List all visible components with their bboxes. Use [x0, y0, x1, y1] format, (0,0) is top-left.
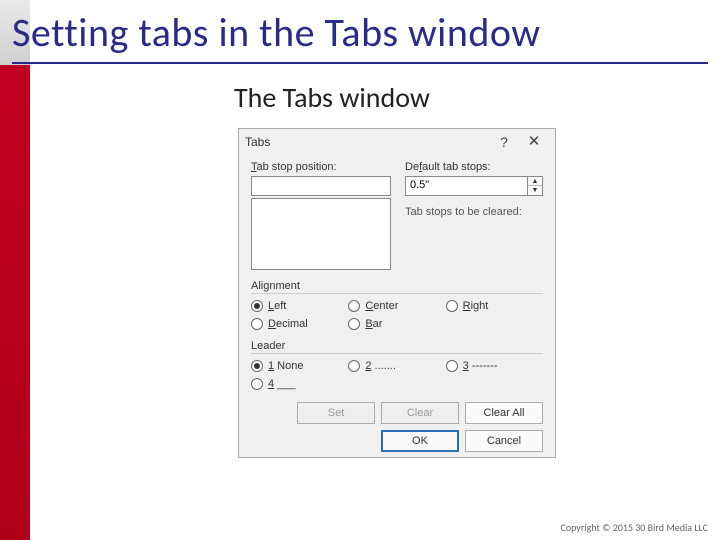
alignment-bar-radio[interactable]: Bar [348, 318, 445, 330]
slide-subtitle: The Tabs window [234, 80, 430, 115]
spinner-buttons[interactable]: ▲ ▼ [528, 176, 543, 196]
close-button[interactable]: ✕ [519, 129, 549, 155]
alignment-center-radio[interactable]: Center [348, 300, 445, 312]
leader-dots-radio[interactable]: 2 ....... [348, 360, 445, 372]
leader-divider [251, 353, 543, 354]
tabs-dialog: Tabs ? ✕ Tab stop position: Default tab … [238, 128, 556, 458]
clear-hint: Tab stops to be cleared: [405, 206, 543, 218]
alignment-left-radio[interactable]: Left [251, 300, 348, 312]
alignment-decimal-radio[interactable]: Decimal [251, 318, 348, 330]
copyright-text: Copyright © 2015 30 Bird Media LLC [561, 521, 709, 534]
tab-stop-listbox[interactable] [251, 198, 391, 270]
alignment-divider [251, 293, 543, 294]
alignment-right-radio[interactable]: Right [446, 300, 543, 312]
tab-action-row: Set Clear Clear All [251, 402, 543, 424]
default-tab-stops-spinner[interactable]: 0.5" ▲ ▼ [405, 176, 543, 196]
leader-section-label: Leader [251, 340, 543, 352]
slide-title: Setting tabs in the Tabs window [12, 8, 708, 57]
spin-down-icon[interactable]: ▼ [528, 186, 542, 195]
leader-group: 1 None 2 ....... 3 ------- 4 ___ [251, 360, 543, 390]
clear-all-button[interactable]: Clear All [465, 402, 543, 424]
alignment-section-label: Alignment [251, 280, 543, 292]
title-rule [12, 62, 708, 64]
side-accent [0, 0, 30, 540]
dialog-action-row: OK Cancel [251, 430, 543, 452]
tab-stop-position-input[interactable] [251, 176, 391, 196]
ok-button[interactable]: OK [381, 430, 459, 452]
default-tab-stops-label: Default tab stops: [405, 161, 543, 173]
spin-up-icon[interactable]: ▲ [528, 177, 542, 186]
clear-button[interactable]: Clear [381, 402, 459, 424]
set-button[interactable]: Set [297, 402, 375, 424]
dialog-title: Tabs [245, 135, 489, 149]
tab-stop-position-label: Tab stop position: [251, 161, 391, 173]
title-band: Setting tabs in the Tabs window [12, 8, 708, 57]
help-button[interactable]: ? [489, 129, 519, 155]
leader-underscore-radio[interactable]: 4 ___ [251, 378, 348, 390]
cancel-button[interactable]: Cancel [465, 430, 543, 452]
leader-none-radio[interactable]: 1 None [251, 360, 348, 372]
alignment-group: Left Center Right Decimal Bar [251, 300, 543, 330]
default-tab-stops-input[interactable]: 0.5" [405, 176, 528, 196]
dialog-titlebar: Tabs ? ✕ [239, 129, 555, 155]
leader-dashes-radio[interactable]: 3 ------- [446, 360, 543, 372]
